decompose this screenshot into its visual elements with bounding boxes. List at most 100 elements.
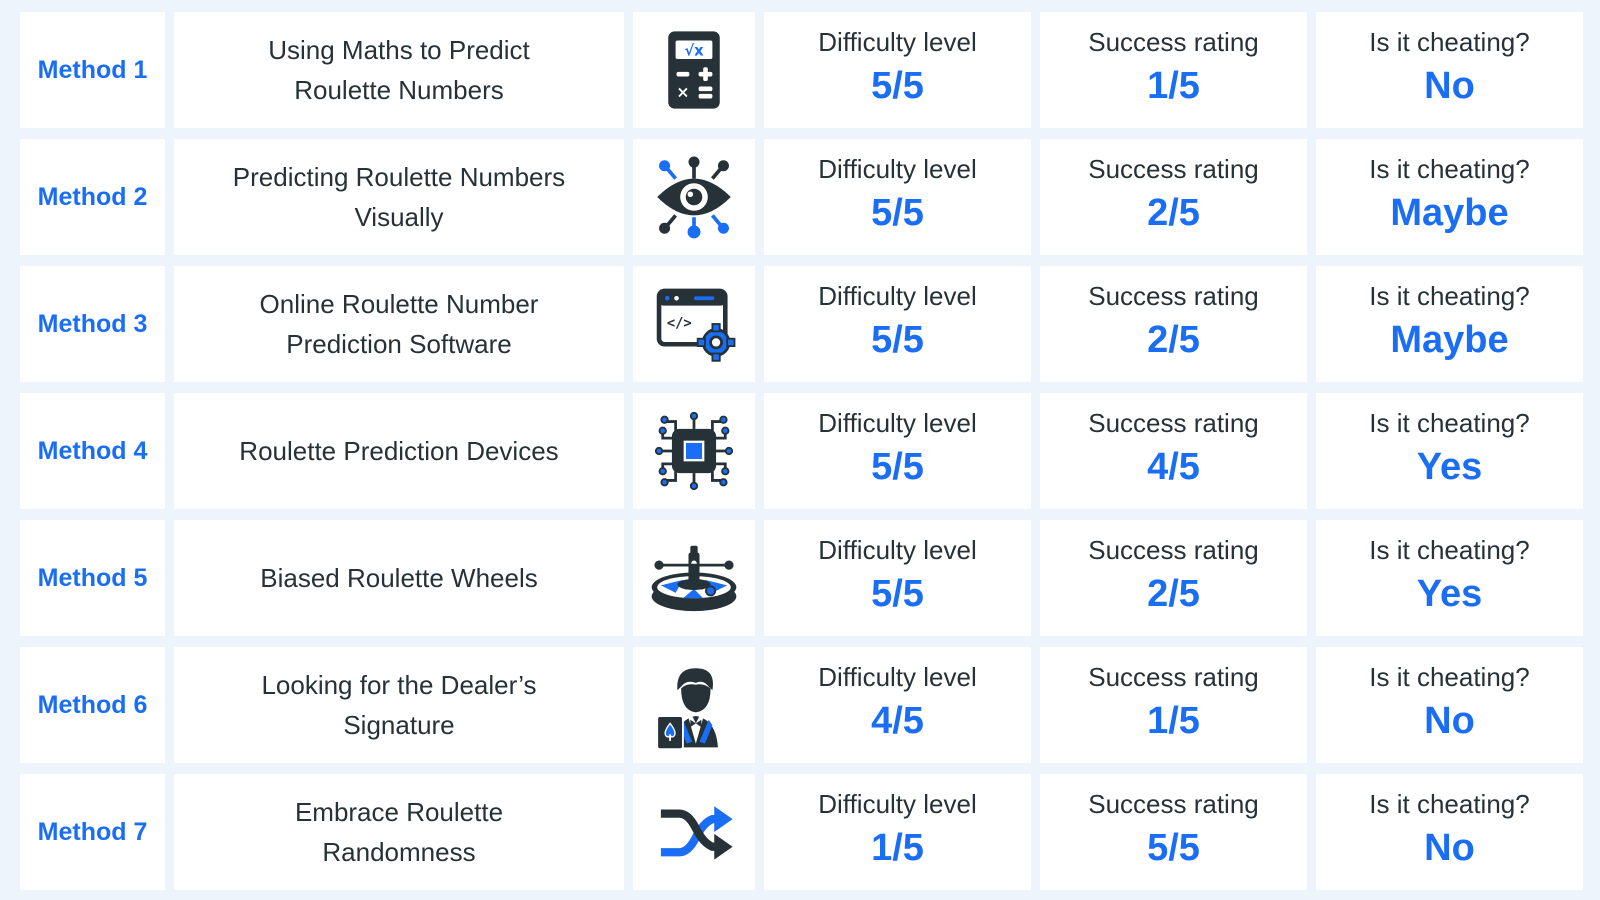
cheating-cell: Is it cheating? Maybe	[1316, 139, 1583, 255]
difficulty-value: 1/5	[871, 827, 924, 869]
title-cell: Online Roulette Number Prediction Softwa…	[174, 266, 624, 382]
difficulty-label: Difficulty level	[818, 535, 977, 565]
roulette-wheel-icon	[651, 545, 737, 612]
method-label: Method 3	[37, 309, 148, 338]
cheating-value: Maybe	[1390, 192, 1509, 234]
cheating-label: Is it cheating?	[1369, 408, 1530, 438]
cheating-label: Is it cheating?	[1369, 281, 1530, 311]
success-label: Success rating	[1088, 154, 1259, 184]
method-cell: Method 6	[20, 647, 165, 763]
success-value: 5/5	[1147, 827, 1200, 869]
success-value: 4/5	[1147, 446, 1200, 488]
success-value: 1/5	[1147, 700, 1200, 742]
success-value: 2/5	[1147, 573, 1200, 615]
microchip-icon	[654, 411, 734, 491]
cheating-cell: Is it cheating? Maybe	[1316, 266, 1583, 382]
method-title: Looking for the Dealer’s Signature	[261, 670, 537, 740]
method-title: Embrace Roulette Randomness	[294, 797, 504, 867]
method-title: Predicting Roulette Numbers Visually	[232, 162, 566, 232]
method-label: Method 2	[37, 182, 148, 211]
difficulty-label: Difficulty level	[818, 662, 977, 692]
success-cell: Success rating 2/5	[1040, 139, 1307, 255]
cheating-cell: Is it cheating? Yes	[1316, 393, 1583, 509]
difficulty-value: 5/5	[871, 65, 924, 107]
method-cell: Method 4	[20, 393, 165, 509]
difficulty-label: Difficulty level	[818, 281, 977, 311]
cheating-value: Yes	[1416, 573, 1483, 615]
cheating-cell: Is it cheating? No	[1316, 12, 1583, 128]
success-cell: Success rating 5/5	[1040, 774, 1307, 890]
method-cell: Method 7	[20, 774, 165, 890]
icon-cell	[633, 393, 755, 509]
method-title: Roulette Prediction Devices	[239, 436, 559, 466]
difficulty-value: 4/5	[871, 700, 924, 742]
svg-text:</>: </>	[667, 316, 692, 332]
success-label: Success rating	[1088, 408, 1259, 438]
icon-cell: √x ×	[633, 12, 755, 128]
difficulty-value: 5/5	[871, 573, 924, 615]
success-value: 2/5	[1147, 319, 1200, 361]
success-label: Success rating	[1088, 27, 1259, 57]
difficulty-cell: Difficulty level 4/5	[764, 647, 1031, 763]
success-cell: Success rating 4/5	[1040, 393, 1307, 509]
success-cell: Success rating 1/5	[1040, 647, 1307, 763]
cheating-cell: Is it cheating? No	[1316, 647, 1583, 763]
shuffle-icon	[660, 806, 733, 860]
difficulty-value: 5/5	[871, 319, 924, 361]
title-cell: Predicting Roulette Numbers Visually	[174, 139, 624, 255]
cheating-cell: Is it cheating? Yes	[1316, 520, 1583, 636]
method-cell: Method 3	[20, 266, 165, 382]
difficulty-cell: Difficulty level 1/5	[764, 774, 1031, 890]
success-value: 2/5	[1147, 192, 1200, 234]
difficulty-cell: Difficulty level 5/5	[764, 12, 1031, 128]
method-cell: Method 5	[20, 520, 165, 636]
method-label: Method 4	[37, 436, 148, 465]
success-cell: Success rating 2/5	[1040, 520, 1307, 636]
method-label: Method 5	[37, 563, 148, 592]
difficulty-cell: Difficulty level 5/5	[764, 393, 1031, 509]
difficulty-label: Difficulty level	[818, 789, 977, 819]
svg-text:×: ×	[676, 83, 689, 102]
method-cell: Method 1	[20, 12, 165, 128]
difficulty-label: Difficulty level	[818, 27, 977, 57]
cheating-value: No	[1424, 827, 1475, 869]
icon-cell	[633, 647, 755, 763]
difficulty-cell: Difficulty level 5/5	[764, 266, 1031, 382]
success-label: Success rating	[1088, 535, 1259, 565]
difficulty-label: Difficulty level	[818, 408, 977, 438]
cheating-label: Is it cheating?	[1369, 27, 1530, 57]
title-cell: Biased Roulette Wheels	[174, 520, 624, 636]
eye-icon	[657, 156, 731, 239]
icon-cell	[633, 774, 755, 890]
method-label: Method 1	[37, 55, 148, 84]
success-label: Success rating	[1088, 662, 1259, 692]
method-title: Biased Roulette Wheels	[260, 563, 538, 593]
roulette-methods-table: Method 1 Using Maths to Predict Roulette…	[20, 12, 1583, 890]
icon-cell	[633, 139, 755, 255]
calculator-icon: √x ×	[668, 31, 720, 109]
success-value: 1/5	[1147, 65, 1200, 107]
difficulty-label: Difficulty level	[818, 154, 977, 184]
success-cell: Success rating 1/5	[1040, 12, 1307, 128]
difficulty-cell: Difficulty level 5/5	[764, 520, 1031, 636]
method-label: Method 7	[37, 817, 148, 846]
cheating-label: Is it cheating?	[1369, 789, 1530, 819]
title-cell: Roulette Prediction Devices	[174, 393, 624, 509]
cheating-label: Is it cheating?	[1369, 154, 1530, 184]
cheating-value: Yes	[1416, 446, 1483, 488]
icon-cell	[633, 520, 755, 636]
cheating-value: Maybe	[1390, 319, 1509, 361]
code-window-gear-icon: </>	[656, 288, 736, 362]
method-title: Online Roulette Number Prediction Softwa…	[259, 289, 539, 359]
cheating-value: No	[1424, 700, 1475, 742]
difficulty-value: 5/5	[871, 446, 924, 488]
cheating-cell: Is it cheating? No	[1316, 774, 1583, 890]
icon-cell: </>	[633, 266, 755, 382]
method-cell: Method 2	[20, 139, 165, 255]
method-title: Using Maths to Predict Roulette Numbers	[268, 35, 530, 105]
difficulty-cell: Difficulty level 5/5	[764, 139, 1031, 255]
title-cell: Looking for the Dealer’s Signature	[174, 647, 624, 763]
method-label: Method 6	[37, 690, 148, 719]
cheating-value: No	[1424, 65, 1475, 107]
success-label: Success rating	[1088, 789, 1259, 819]
